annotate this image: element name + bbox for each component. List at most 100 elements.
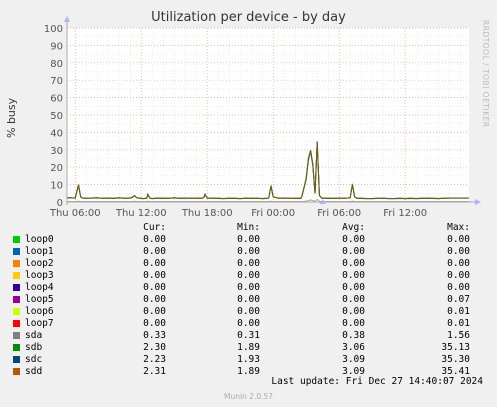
legend-value-max: 0.01 — [447, 318, 470, 329]
legend-value-min: 0.00 — [237, 258, 260, 269]
legend-swatch — [13, 320, 20, 327]
legend-value-min: 0.00 — [237, 306, 260, 317]
x-tick-label: Fri 06:00 — [317, 208, 361, 219]
legend-row-loop1: loop1 0.00 0.00 0.00 0.00 — [0, 246, 497, 258]
legend-value-max: 0.00 — [447, 282, 470, 293]
y-tick-label: 100 — [44, 24, 63, 35]
legend-value-min: 0.00 — [237, 270, 260, 281]
legend-value-avg: 0.00 — [342, 234, 365, 245]
legend-value-cur: 0.00 — [143, 306, 166, 317]
legend-value-max: 0.01 — [447, 306, 470, 317]
legend-value-max: 35.13 — [441, 342, 470, 353]
legend-header-max: Max: — [447, 222, 470, 233]
legend-swatch — [13, 272, 20, 279]
legend-swatch — [13, 248, 20, 255]
legend-swatch — [13, 260, 20, 267]
legend-swatch — [13, 236, 20, 243]
grid — [67, 27, 469, 203]
legend-value-min: 0.31 — [237, 330, 260, 341]
legend-name: loop1 — [25, 246, 54, 257]
y-axis-label-wrap: % busy — [5, 98, 21, 148]
legend-value-max: 0.07 — [447, 294, 470, 305]
legend-name: loop3 — [25, 270, 54, 281]
legend-row-loop6: loop6 0.00 0.00 0.00 0.01 — [0, 306, 497, 318]
legend-value-min: 0.00 — [237, 246, 260, 257]
legend-row-loop7: loop7 0.00 0.00 0.00 0.01 — [0, 318, 497, 330]
legend-value-min: 0.00 — [237, 234, 260, 245]
legend-value-min: 0.00 — [237, 318, 260, 329]
rrdtool-credit-wrap: RRDTOOL / TOBI OETIKER — [478, 20, 490, 140]
legend-value-cur: 0.00 — [143, 282, 166, 293]
x-tick-label: Fri 12:00 — [383, 208, 427, 219]
x-tick-label: Thu 18:00 — [181, 208, 233, 219]
legend-row-loop4: loop4 0.00 0.00 0.00 0.00 — [0, 282, 497, 294]
legend-value-avg: 0.00 — [342, 306, 365, 317]
legend-swatch — [13, 356, 20, 363]
y-tick-label: 50 — [50, 111, 63, 122]
legend-value-avg: 0.00 — [342, 246, 365, 257]
legend-swatch — [13, 308, 20, 315]
legend-header-avg: Avg: — [342, 222, 365, 233]
legend-name: loop4 — [25, 282, 54, 293]
legend-value-avg: 0.38 — [342, 330, 365, 341]
y-axis-label: % busy — [5, 97, 18, 138]
legend-value-cur: 0.00 — [143, 318, 166, 329]
chart-title: Utilization per device - by day — [151, 10, 346, 25]
y-tick-label: 40 — [50, 128, 63, 139]
munin-version: Munin 2.0.57 — [223, 392, 274, 401]
legend-header-min: Min: — [237, 222, 260, 233]
x-tick-label: Thu 12:00 — [115, 208, 167, 219]
legend-value-cur: 0.00 — [143, 246, 166, 257]
rrdtool-credit: RRDTOOL / TOBI OETIKER — [481, 20, 490, 128]
legend-value-max: 0.00 — [447, 270, 470, 281]
legend-value-cur: 0.00 — [143, 270, 166, 281]
legend-value-cur: 2.23 — [143, 354, 166, 365]
legend-value-min: 1.89 — [237, 342, 260, 353]
legend-value-cur: 2.30 — [143, 342, 166, 353]
legend-name: sdb — [25, 342, 43, 353]
legend-value-max: 1.56 — [447, 330, 470, 341]
legend-value-avg: 0.00 — [342, 318, 365, 329]
legend-swatch — [13, 332, 20, 339]
legend-value-min: 0.00 — [237, 282, 260, 293]
legend-swatch — [13, 284, 20, 291]
legend-row-sdb: sdb 2.30 1.89 3.06 35.13 — [0, 342, 497, 354]
legend-value-max: 0.00 — [447, 258, 470, 269]
x-tick-label: Thu 06:00 — [49, 208, 101, 219]
y-tick-label: 30 — [50, 146, 63, 157]
legend-value-max: 0.00 — [447, 246, 470, 257]
legend-name: loop7 — [25, 318, 54, 329]
legend-value-min: 0.00 — [237, 294, 260, 305]
legend-row-loop3: loop3 0.00 0.00 0.00 0.00 — [0, 270, 497, 282]
y-tick-label: 20 — [50, 163, 63, 174]
legend-value-avg: 3.09 — [342, 354, 365, 365]
legend-swatch — [13, 344, 20, 351]
legend-name: sda — [25, 330, 43, 341]
legend-value-max: 0.00 — [447, 234, 470, 245]
legend-name: loop5 — [25, 294, 54, 305]
y-tick-label: 80 — [50, 59, 63, 70]
legend-swatch — [13, 296, 20, 303]
legend-row-loop5: loop5 0.00 0.00 0.00 0.07 — [0, 294, 497, 306]
y-tick-label: 70 — [50, 76, 63, 87]
legend-value-cur: 0.33 — [143, 330, 166, 341]
x-tick-label: Fri 00:00 — [251, 208, 295, 219]
legend-value-avg: 0.00 — [342, 282, 365, 293]
y-tick-label: 60 — [50, 94, 63, 105]
legend-name: loop2 — [25, 258, 54, 269]
legend-row-loop2: loop2 0.00 0.00 0.00 0.00 — [0, 258, 497, 270]
legend-row-sdc: sdc 2.23 1.93 3.09 35.30 — [0, 354, 497, 366]
legend-value-avg: 0.00 — [342, 270, 365, 281]
y-axis-ticks: 0102030405060708090100 — [44, 24, 63, 209]
legend-value-avg: 3.06 — [342, 342, 365, 353]
legend-value-max: 35.30 — [441, 354, 470, 365]
y-tick-label: 90 — [50, 41, 63, 52]
legend-header-cur: Cur: — [143, 222, 166, 233]
x-axis-arrow — [475, 199, 481, 205]
legend-swatch — [13, 368, 20, 375]
legend-row-loop0: loop0 0.00 0.00 0.00 0.00 — [0, 234, 497, 246]
legend-value-avg: 0.00 — [342, 258, 365, 269]
legend-row-sda: sda 0.33 0.31 0.38 1.56 — [0, 330, 497, 342]
last-update: Last update: Fri Dec 27 14:40:07 2024 — [271, 376, 483, 387]
legend-value-min: 1.93 — [237, 354, 260, 365]
